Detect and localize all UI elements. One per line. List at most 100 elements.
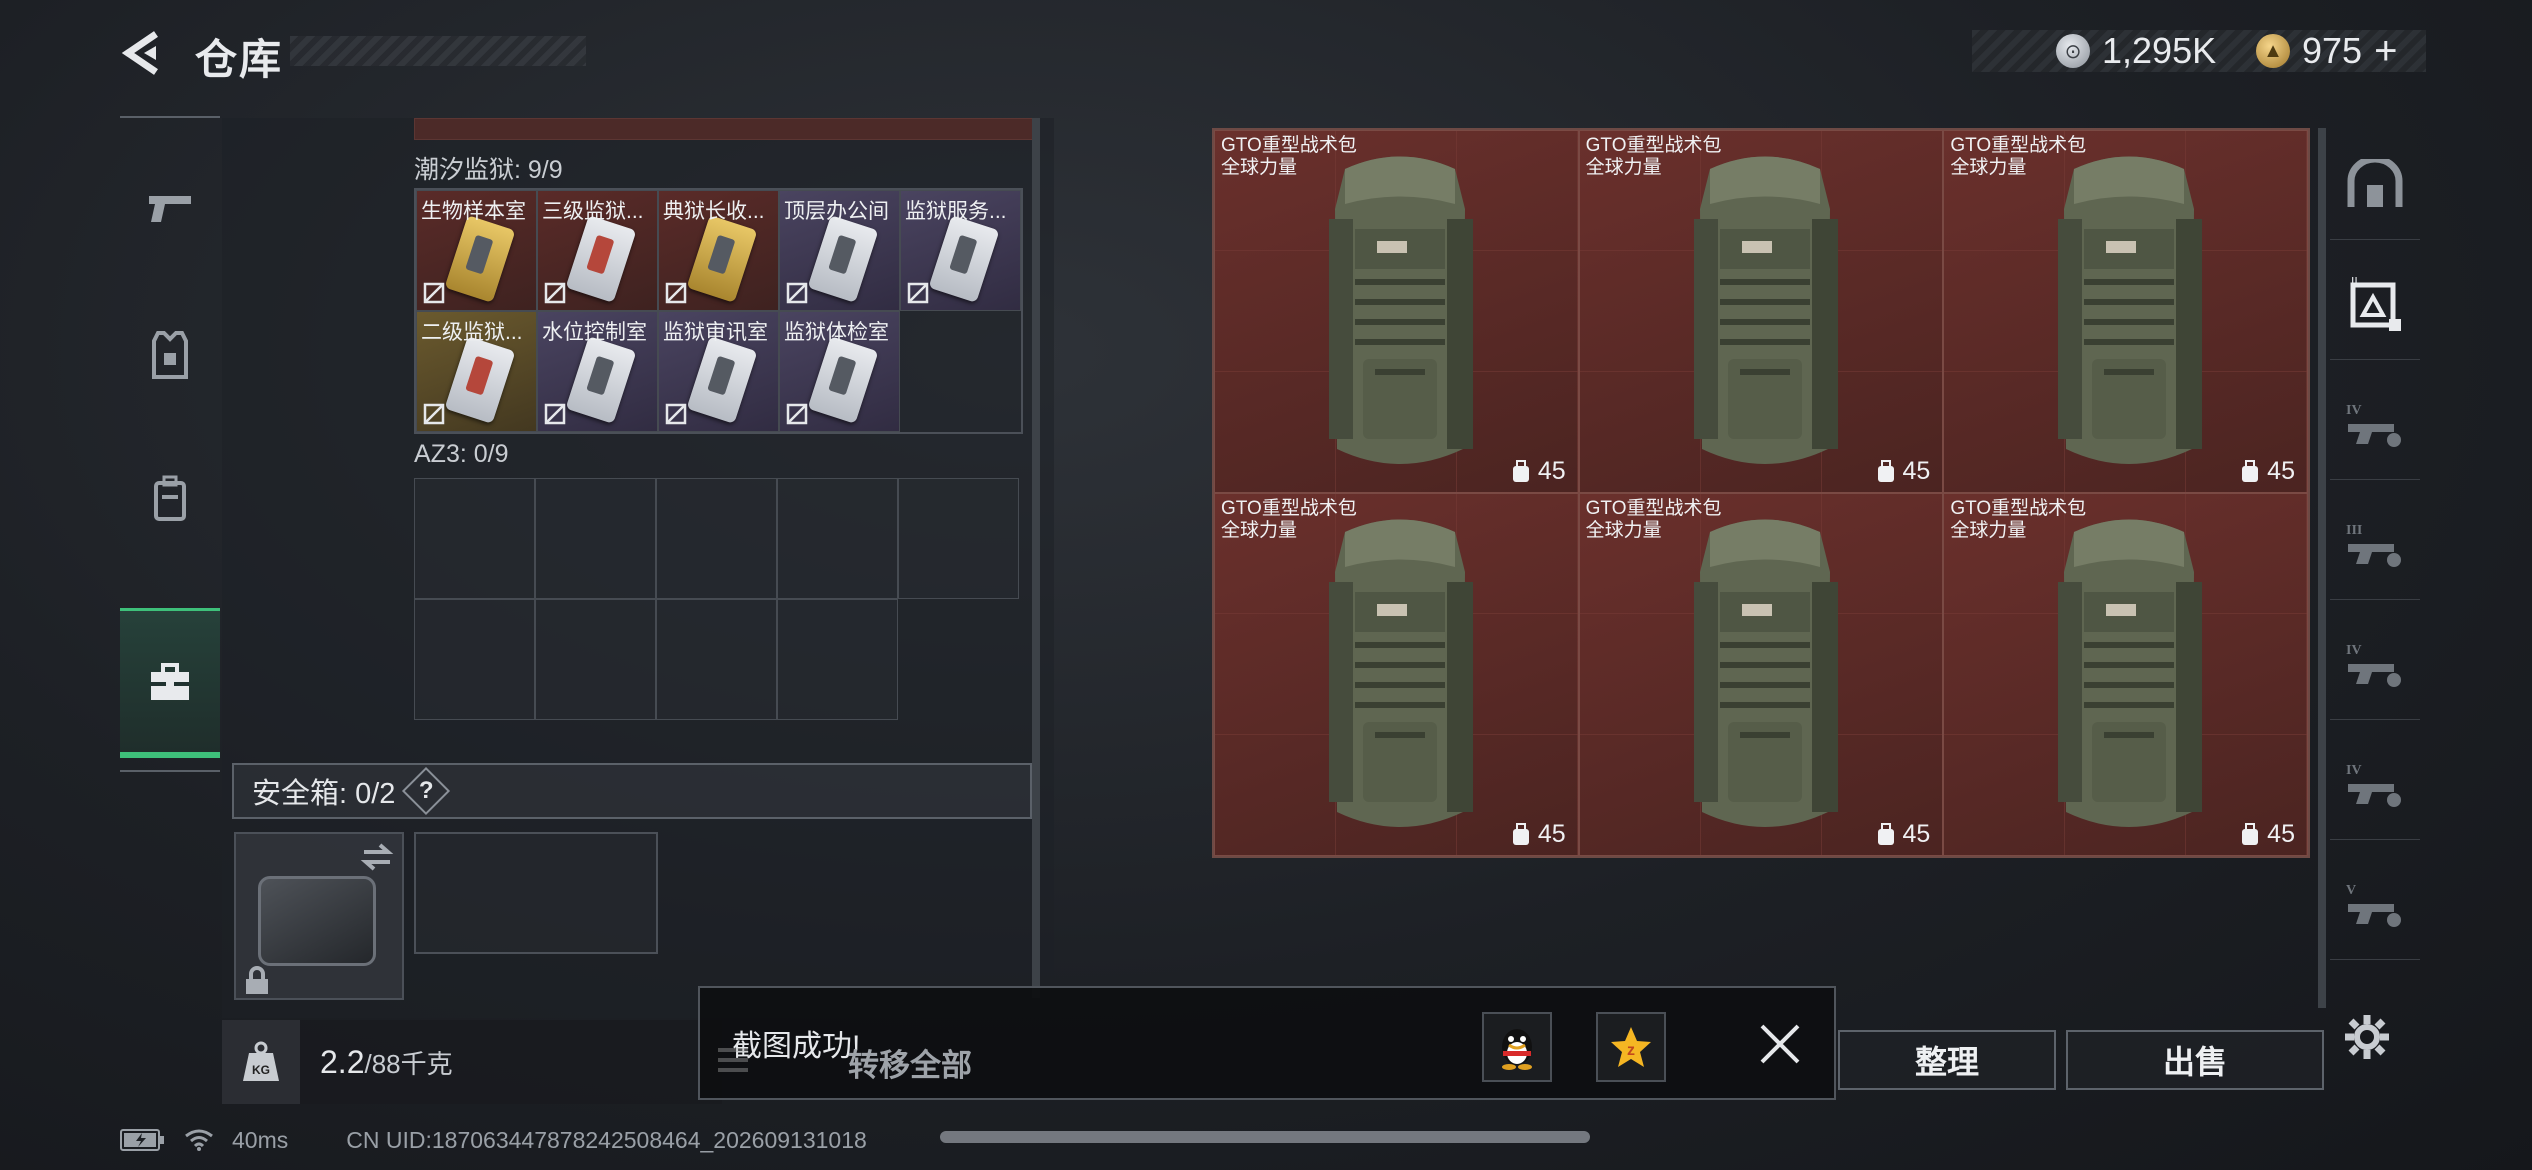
transfer-all-button[interactable]: 转移全部 [848, 1040, 972, 1085]
swap-icon[interactable] [360, 842, 394, 872]
page-title: 仓库 [195, 36, 284, 83]
safe-box-header: 安全箱: 0/2 ? [232, 763, 1032, 819]
keycard-slot[interactable]: 生物样本室 [416, 190, 537, 311]
keycard-slot[interactable]: 二级监狱... [416, 311, 537, 432]
settings-gear-icon[interactable] [2342, 1012, 2392, 1062]
share-qq-button[interactable] [1482, 1012, 1552, 1082]
az3-slot[interactable] [777, 478, 898, 599]
silver-currency: ⊙ 1,295K [2056, 28, 2216, 74]
keycard-image [807, 336, 879, 424]
unbound-link-icon [423, 403, 445, 425]
sidebar-item-toolbox[interactable] [120, 608, 220, 758]
gold-amount: 975 [2302, 30, 2363, 71]
home-indicator[interactable] [940, 1131, 1590, 1143]
storage-tab[interactable]: V [2330, 850, 2420, 960]
svg-text:V: V [2346, 883, 2356, 898]
help-button[interactable]: ? [402, 766, 451, 816]
backpack-icon [154, 475, 186, 521]
keycard-image [444, 336, 516, 424]
close-icon[interactable] [1750, 1014, 1810, 1074]
az3-slot[interactable] [656, 599, 777, 720]
share-qzone-button[interactable]: z [1596, 1012, 1666, 1082]
gold-currency[interactable]: ▲ 975 + [2256, 28, 2397, 74]
storage-tab[interactable] [2330, 130, 2420, 240]
storage-scrollbar[interactable] [2318, 128, 2326, 1008]
weapon-tier-icon: III [2346, 523, 2401, 567]
tactical-backpack-image [2058, 156, 2203, 464]
sell-button[interactable]: 出售 [2066, 1030, 2324, 1090]
ping-value: 40ms [232, 1126, 289, 1153]
keycard-slot[interactable]: 顶层办公间 [779, 190, 900, 311]
az3-slot[interactable] [535, 599, 656, 720]
storage-tab[interactable]: II [2330, 250, 2420, 360]
left-scrollbar[interactable] [1032, 118, 1040, 998]
storage-tab[interactable]: IV [2330, 370, 2420, 480]
capacity-value: 45 [2267, 820, 2295, 848]
storage-item-backpack[interactable]: GTO重型战术包 全球力量 45 [1578, 493, 1944, 856]
keycard-section-label: 潮汐监狱: 9/9 [414, 156, 563, 184]
qzone-star-icon: z [1611, 1027, 1651, 1067]
weight-icon: KG [222, 1020, 300, 1104]
az3-slot[interactable] [535, 478, 656, 599]
capacity-icon [2242, 822, 2259, 845]
storage-tab[interactable]: IV [2330, 610, 2420, 720]
capacity-icon [1512, 822, 1529, 845]
status-bar: 40ms CN UID:187063447878242508464_202609… [120, 1122, 867, 1158]
keycard-image [928, 215, 1000, 303]
add-currency-button[interactable]: + [2374, 29, 2397, 74]
az3-slot[interactable] [898, 478, 1019, 599]
sidebar-item-backpack[interactable] [120, 448, 220, 548]
storage-item-backpack[interactable]: GTO重型战术包 全球力量 45 [1214, 493, 1579, 856]
keycard-slot[interactable]: 三级监狱... [537, 190, 658, 311]
weapon-tier-icon: IV [2346, 763, 2401, 807]
item-label: GTO重型战术包 全球力量 [1221, 498, 1357, 542]
item-label: GTO重型战术包 全球力量 [1586, 135, 1722, 179]
tactical-backpack-image [1329, 519, 1473, 827]
storage-item-backpack[interactable]: GTO重型战术包 全球力量 45 [1943, 130, 2308, 493]
keycard-slot[interactable]: 监狱服务... [900, 190, 1021, 311]
keycard-image [686, 336, 758, 424]
tactical-backpack-image [1693, 156, 1838, 464]
storage-home-icon [2347, 158, 2403, 207]
previous-grid-row [414, 118, 1034, 140]
svg-text:KG: KG [252, 1063, 270, 1077]
storage-tab[interactable]: IV [2330, 730, 2420, 840]
weight-value: 2.2/88千克 [320, 1044, 453, 1081]
capacity-icon [1877, 459, 1894, 482]
sidebar-item-weapons[interactable] [120, 158, 220, 258]
item-capacity: 45 [1510, 457, 1566, 486]
sidebar-item-armor[interactable] [120, 306, 220, 406]
az3-slot[interactable] [414, 599, 535, 720]
weapon-tier-icon: V [2346, 883, 2401, 927]
safe-box-slot[interactable] [234, 832, 404, 1000]
keycard-slot[interactable]: 水位控制室 [537, 311, 658, 432]
svg-text:IV: IV [2346, 403, 2362, 418]
az3-grid [414, 478, 1019, 720]
storage-item-backpack[interactable]: GTO重型战术包 全球力量 45 [1943, 493, 2308, 856]
back-button[interactable] [118, 28, 168, 78]
keycard-slot[interactable]: 监狱体检室 [779, 311, 900, 432]
unbound-link-icon [786, 403, 808, 425]
storage-item-backpack[interactable]: GTO重型战术包 全球力量 45 [1578, 130, 1944, 493]
item-name: GTO重型战术包 [1221, 498, 1357, 519]
item-capacity: 45 [1510, 820, 1566, 849]
help-icon: ? [419, 776, 434, 804]
toolbox-icon [151, 662, 189, 700]
uid-text: CN UID:187063447878242508464_20260913101… [346, 1126, 867, 1153]
item-capacity: 45 [1875, 457, 1930, 486]
item-label: GTO重型战术包 全球力量 [1950, 498, 2086, 542]
az3-slot[interactable] [777, 599, 898, 720]
svg-text:z: z [1627, 1042, 1635, 1059]
capacity-value: 45 [1537, 820, 1566, 848]
weapon-tier-icon: IV [2346, 403, 2401, 447]
weight-max: /88千克 [364, 1048, 453, 1079]
safe-box-empty-slot[interactable] [414, 832, 658, 954]
keycard-slot[interactable]: 监狱审讯室 [658, 311, 779, 432]
az3-slot[interactable] [656, 478, 777, 599]
storage-tab[interactable]: III [2330, 490, 2420, 600]
storage-item-backpack[interactable]: GTO重型战术包 全球力量 45 [1214, 130, 1579, 493]
az3-slot[interactable] [414, 478, 535, 599]
keycard-slot[interactable]: 典狱长收... [658, 190, 779, 311]
organize-button[interactable]: 整理 [1838, 1030, 2056, 1090]
pistol-icon [149, 196, 191, 222]
